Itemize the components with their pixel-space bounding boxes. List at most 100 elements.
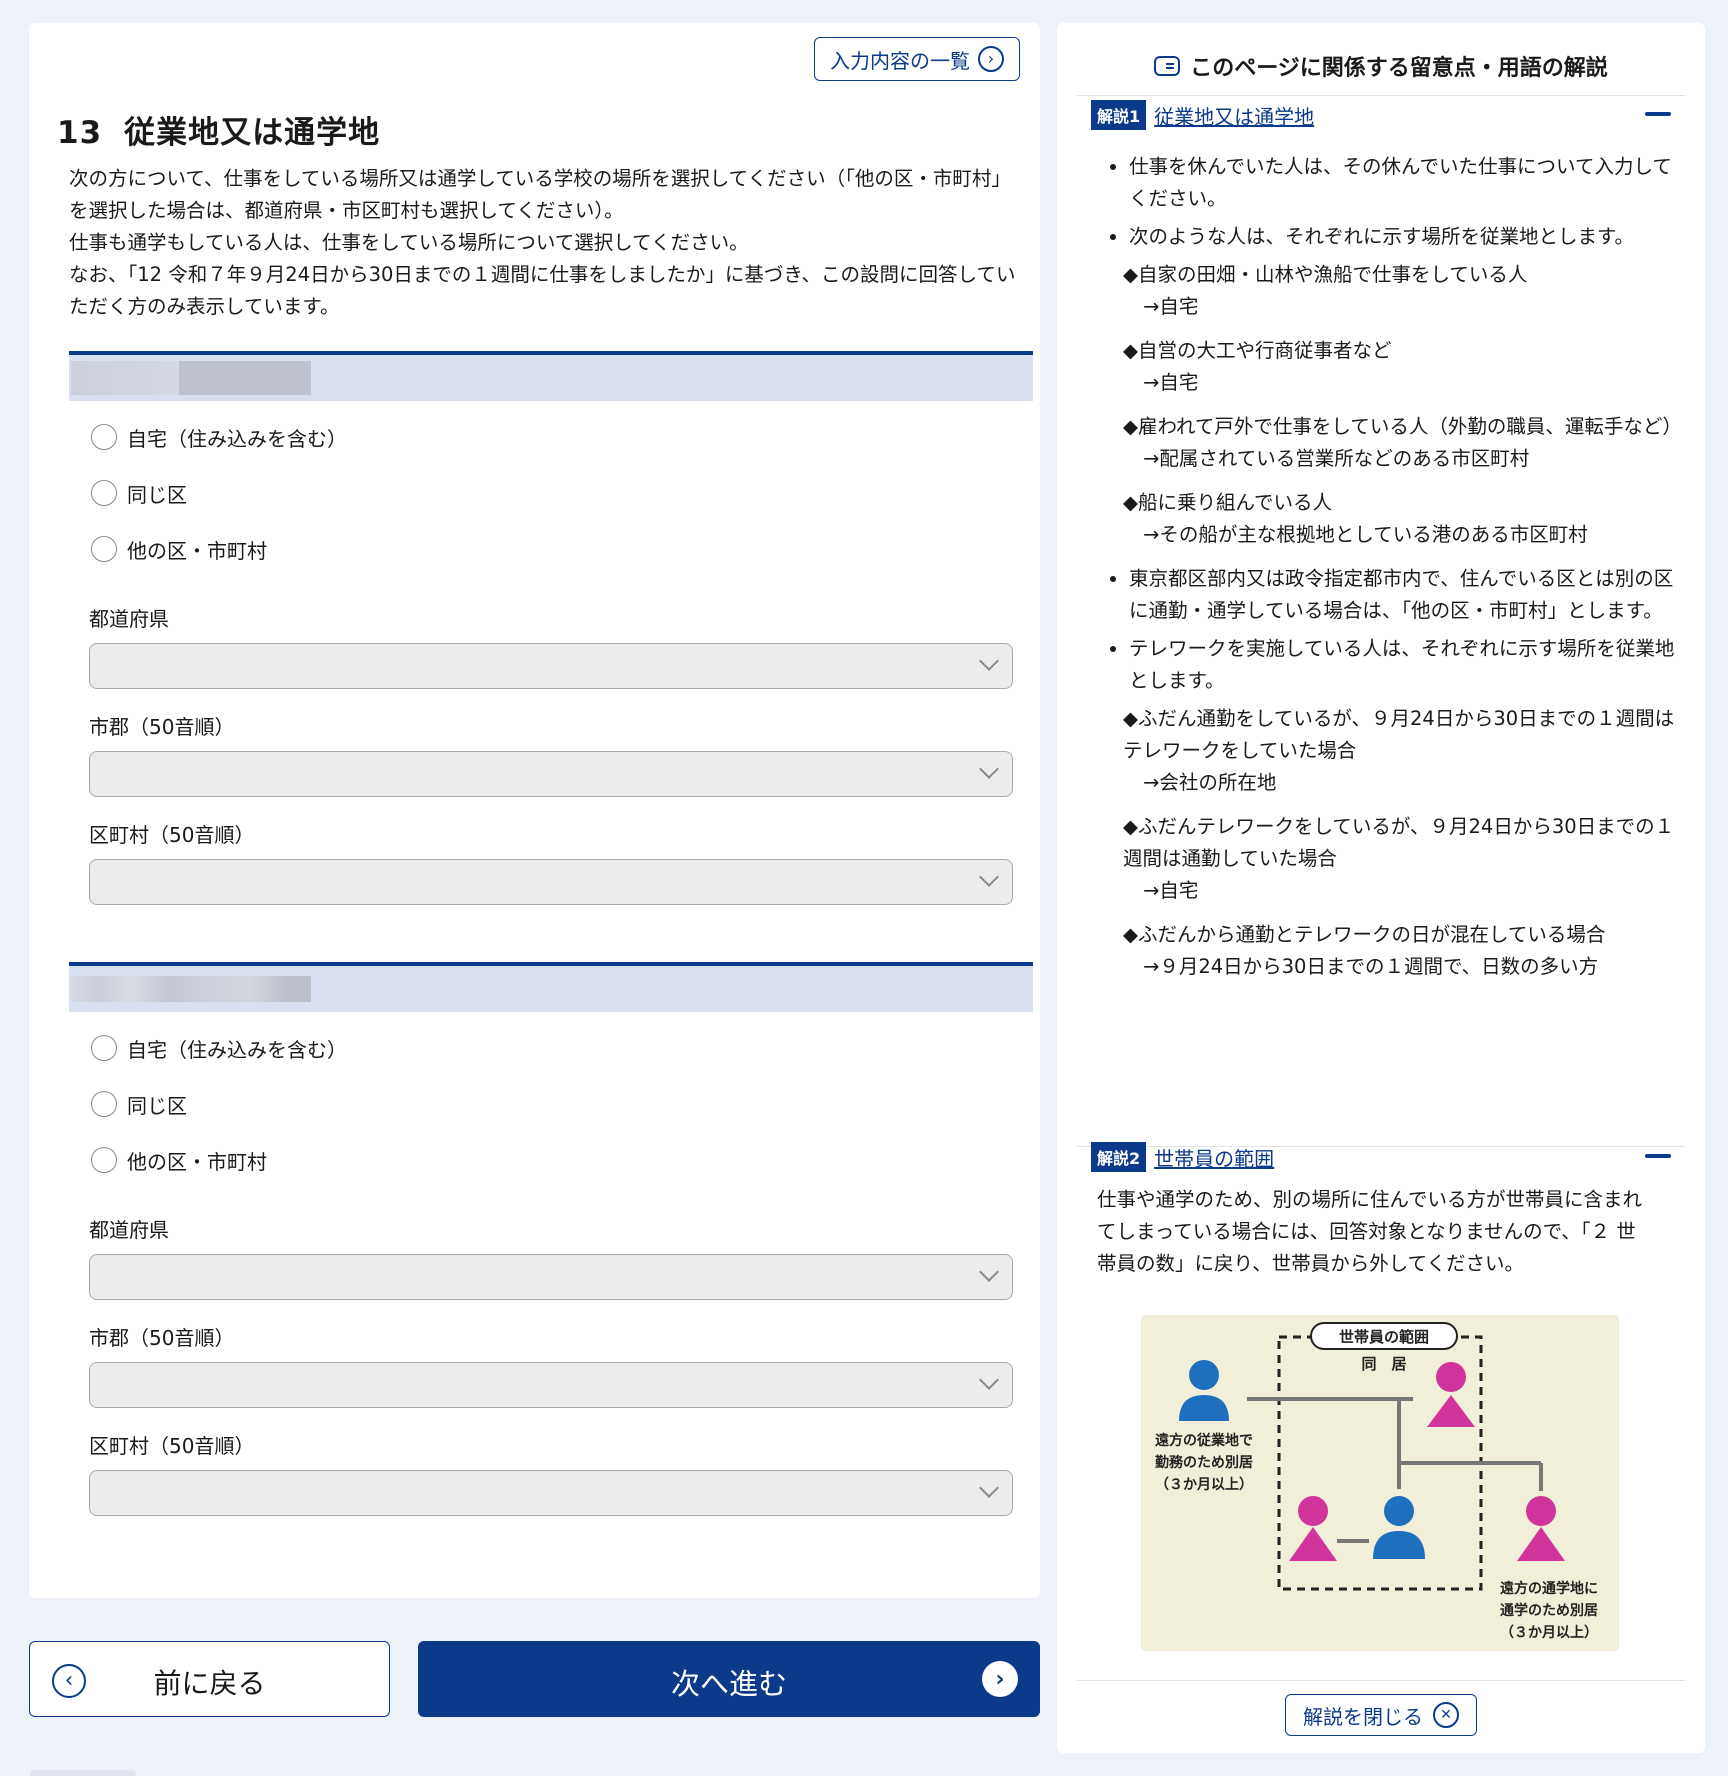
radio-button-icon	[91, 1147, 117, 1173]
prefecture-label: 都道府県	[89, 1218, 169, 1242]
instruction-line: 仕事も通学もしている人は、仕事をしている場所について選択してください。	[69, 231, 749, 254]
city-label: 市郡（50音順）	[89, 1326, 235, 1350]
explanation-1-link[interactable]: 従業地又は通学地	[1154, 101, 1314, 130]
radio-home[interactable]: 自宅（住み込みを含む）	[69, 1020, 1033, 1076]
close-icon: ✕	[1433, 1702, 1459, 1728]
person-male-icon	[1179, 1360, 1229, 1421]
next-button[interactable]: 次へ進む ›	[418, 1641, 1040, 1717]
explanation-panel-header: このページに関係する留意点・用語の解説	[1077, 37, 1685, 96]
chevron-down-icon	[979, 867, 999, 887]
prefecture-select[interactable]	[89, 643, 1013, 689]
example-item: ◆ふだん通勤をしているが、９月24日から30日までの１週間はテレワークをしていた…	[1123, 703, 1675, 799]
radio-button-icon	[91, 424, 117, 450]
person-male-icon	[1373, 1496, 1425, 1559]
person-female-icon	[1289, 1496, 1337, 1561]
person-female-icon	[1517, 1496, 1565, 1561]
question-title: 従業地又は通学地	[124, 115, 381, 151]
divider	[1077, 1680, 1685, 1681]
radio-same-ward[interactable]: 同じ区	[69, 1076, 1033, 1132]
input-list-label: 入力内容の一覧	[830, 48, 970, 73]
right-note-line: 遠方の通学地に	[1500, 1580, 1598, 1597]
chevron-down-icon	[979, 1478, 999, 1498]
collapse-minus-icon[interactable]	[1645, 1154, 1671, 1158]
chevron-down-icon	[979, 1262, 999, 1282]
chevron-down-icon	[979, 759, 999, 779]
example-item: ◆自営の大工や行商従事者など →自宅	[1123, 335, 1675, 399]
question-instructions: 次の方について、仕事をしている場所又は通学している学校の場所を選択してください（…	[69, 163, 1029, 323]
instruction-line: 次の方について、仕事をしている場所又は通学している学校の場所を選択してください（…	[69, 167, 1011, 222]
explanation-panel: このページに関係する留意点・用語の解説 解説1 従業地又は通学地 仕事を休んでい…	[1057, 23, 1705, 1753]
radio-other-municipality[interactable]: 他の区・市町村	[69, 521, 1033, 577]
household-diagram-svg: 世帯員の範囲 同 居 遠方の従業地で 勤務のため別居 （３か月以上） 遠方の通学…	[1155, 1322, 1598, 1641]
explanation-tag: 解説1	[1091, 100, 1147, 130]
radio-label: 他の区・市町村	[127, 1149, 267, 1174]
chevron-right-icon: ›	[982, 1661, 1018, 1697]
page-title: 13 従業地又は通学地	[57, 107, 380, 152]
explanation-2-text: 仕事や通学のため、別の場所に住んでいる方が世帯員に含まれてしまっている場合には、…	[1097, 1188, 1643, 1275]
ward-select[interactable]	[89, 1470, 1013, 1516]
radio-button-icon	[91, 480, 117, 506]
close-explanation-label: 解説を閉じる	[1303, 1704, 1423, 1729]
example-text: ◆自家の田畑・山林や漁船で仕事をしている人	[1123, 263, 1528, 286]
question-number: 13	[57, 115, 103, 151]
member-name-redacted	[71, 976, 311, 1002]
explanation-bullet: 東京都区部内又は政令指定都市内で、住んでいる区とは別の区に通勤・通学している場合…	[1129, 563, 1675, 627]
explanation-2-header: 解説2 世帯員の範囲	[1091, 1141, 1671, 1173]
explanation-1-header: 解説1 従業地又は通学地	[1091, 99, 1671, 131]
instruction-line: なお、「12 令和７年９月24日から30日までの１週間に仕事をしましたか」に基づ…	[69, 263, 1016, 318]
example-result: →自宅	[1143, 879, 1199, 902]
example-result: →９月24日から30日までの１週間で、日数の多い方	[1143, 955, 1599, 978]
collapse-minus-icon[interactable]	[1645, 112, 1671, 116]
ward-select[interactable]	[89, 859, 1013, 905]
radio-label: 他の区・市町村	[127, 538, 267, 563]
speech-bubble-icon	[1154, 56, 1181, 76]
example-item: ◆自家の田畑・山林や漁船で仕事をしている人 →自宅	[1123, 259, 1675, 323]
explanation-1-body: 仕事を休んでいた人は、その休んでいた仕事について入力してください。 次のような人…	[1107, 151, 1682, 995]
close-explanation-button[interactable]: 解説を閉じる ✕	[1285, 1694, 1477, 1736]
radio-same-ward[interactable]: 同じ区	[69, 465, 1033, 521]
member-name-header	[69, 351, 1033, 401]
explanation-bullet-text: テレワークを実施している人は、それぞれに示す場所を従業地とします。	[1129, 637, 1675, 692]
example-result: →その船が主な根拠地としている港のある市区町村	[1143, 523, 1588, 546]
input-list-button[interactable]: 入力内容の一覧 ›	[814, 37, 1020, 81]
city-select[interactable]	[89, 1362, 1013, 1408]
range-label: 世帯員の範囲	[1339, 1328, 1429, 1346]
left-note-line: 遠方の従業地で	[1155, 1432, 1253, 1449]
left-note-line: 勤務のため別居	[1155, 1454, 1253, 1471]
explanation-2-link[interactable]: 世帯員の範囲	[1154, 1143, 1274, 1172]
example-result: →会社の所在地	[1143, 771, 1277, 794]
chevron-down-icon	[979, 651, 999, 671]
member-name-header	[69, 962, 1033, 1012]
example-text: ◆船に乗り組んでいる人	[1123, 491, 1333, 514]
chevron-down-icon	[979, 1370, 999, 1390]
left-note-line: （３か月以上）	[1155, 1477, 1253, 1493]
prefecture-select[interactable]	[89, 1254, 1013, 1300]
example-result: →配属されている営業所などのある市区町村	[1143, 447, 1530, 470]
back-label: 前に戻る	[153, 1667, 266, 1700]
example-text: ◆雇われて戸外で仕事をしている人（外勤の職員、運転手など）	[1123, 415, 1682, 438]
example-text: ◆ふだんから通勤とテレワークの日が混在している場合	[1123, 923, 1606, 946]
prefecture-label: 都道府県	[89, 607, 169, 631]
explanation-bullet: 仕事を休んでいた人は、その休んでいた仕事について入力してください。	[1129, 151, 1675, 215]
radio-other-municipality[interactable]: 他の区・市町村	[69, 1132, 1033, 1188]
cohabit-label: 同 居	[1361, 1355, 1406, 1373]
radio-label: 同じ区	[127, 1093, 187, 1118]
explanation-tag: 解説2	[1091, 1142, 1147, 1172]
member-section-1: 自宅（住み込みを含む） 同じ区 他の区・市町村 都道府県 市郡（50音順） 区町…	[69, 351, 1033, 905]
radio-home[interactable]: 自宅（住み込みを含む）	[69, 409, 1033, 465]
example-item: ◆ふだんから通勤とテレワークの日が混在している場合 →９月24日から30日までの…	[1123, 919, 1675, 983]
example-result: →自宅	[1143, 371, 1199, 394]
back-button[interactable]: ‹ 前に戻る	[29, 1641, 390, 1717]
next-label: 次へ進む	[670, 1667, 787, 1701]
right-note-line: 通学のため別居	[1500, 1602, 1598, 1619]
ward-label: 区町村（50音順）	[89, 823, 255, 847]
example-text: ◆自営の大工や行商従事者など	[1123, 339, 1392, 362]
city-select[interactable]	[89, 751, 1013, 797]
radio-label: 自宅（住み込みを含む）	[127, 426, 347, 451]
explanation-bullet: 次のような人は、それぞれに示す場所を従業地とします。 ◆自家の田畑・山林や漁船で…	[1123, 221, 1682, 551]
example-text: ◆ふだん通勤をしているが、９月24日から30日までの１週間はテレワークをしていた…	[1123, 707, 1675, 762]
household-range-diagram: 世帯員の範囲 同 居 遠方の従業地で 勤務のため別居 （３か月以上） 遠方の通学…	[1141, 1315, 1619, 1651]
member-name-redacted	[71, 361, 311, 395]
radio-label: 同じ区	[127, 482, 187, 507]
question-card: 入力内容の一覧 › 13 従業地又は通学地 次の方について、仕事をしている場所又は…	[29, 23, 1040, 1598]
